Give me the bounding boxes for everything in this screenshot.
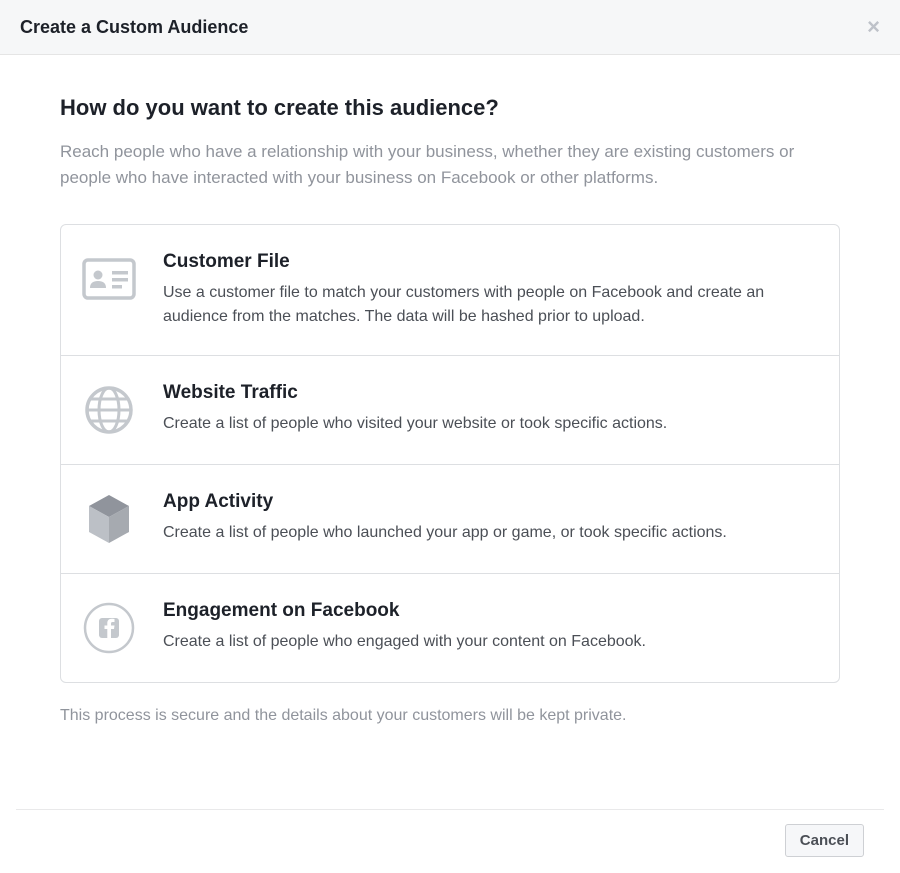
dialog-footer: Cancel xyxy=(16,809,884,857)
cube-icon xyxy=(81,491,137,547)
option-content: Customer File Use a customer file to mat… xyxy=(163,251,809,329)
cancel-button[interactable]: Cancel xyxy=(785,824,864,857)
id-card-icon xyxy=(81,251,137,307)
dialog-body: How do you want to create this audience?… xyxy=(0,55,900,745)
option-content: Website Traffic Create a list of people … xyxy=(163,382,809,436)
option-website-traffic[interactable]: Website Traffic Create a list of people … xyxy=(61,356,839,465)
option-desc: Create a list of people who launched you… xyxy=(163,521,809,545)
dialog-header: Create a Custom Audience × xyxy=(0,0,900,55)
option-content: App Activity Create a list of people who… xyxy=(163,491,809,545)
option-title: Website Traffic xyxy=(163,382,809,404)
option-desc: Create a list of people who engaged with… xyxy=(163,630,809,654)
facebook-circle-icon xyxy=(81,600,137,656)
option-title: Engagement on Facebook xyxy=(163,600,809,622)
question-heading: How do you want to create this audience? xyxy=(60,95,840,121)
option-desc: Create a list of people who visited your… xyxy=(163,412,809,436)
option-title: Customer File xyxy=(163,251,809,273)
dialog-title: Create a Custom Audience xyxy=(20,17,248,38)
option-title: App Activity xyxy=(163,491,809,513)
option-customer-file[interactable]: Customer File Use a customer file to mat… xyxy=(61,225,839,356)
privacy-note: This process is secure and the details a… xyxy=(60,707,840,725)
option-engagement-facebook[interactable]: Engagement on Facebook Create a list of … xyxy=(61,574,839,682)
globe-icon xyxy=(81,382,137,438)
option-list: Customer File Use a customer file to mat… xyxy=(60,224,840,683)
close-icon[interactable]: × xyxy=(867,16,880,38)
option-desc: Use a customer file to match your custom… xyxy=(163,281,809,329)
option-content: Engagement on Facebook Create a list of … xyxy=(163,600,809,654)
option-app-activity[interactable]: App Activity Create a list of people who… xyxy=(61,465,839,574)
intro-text: Reach people who have a relationship wit… xyxy=(60,139,840,190)
